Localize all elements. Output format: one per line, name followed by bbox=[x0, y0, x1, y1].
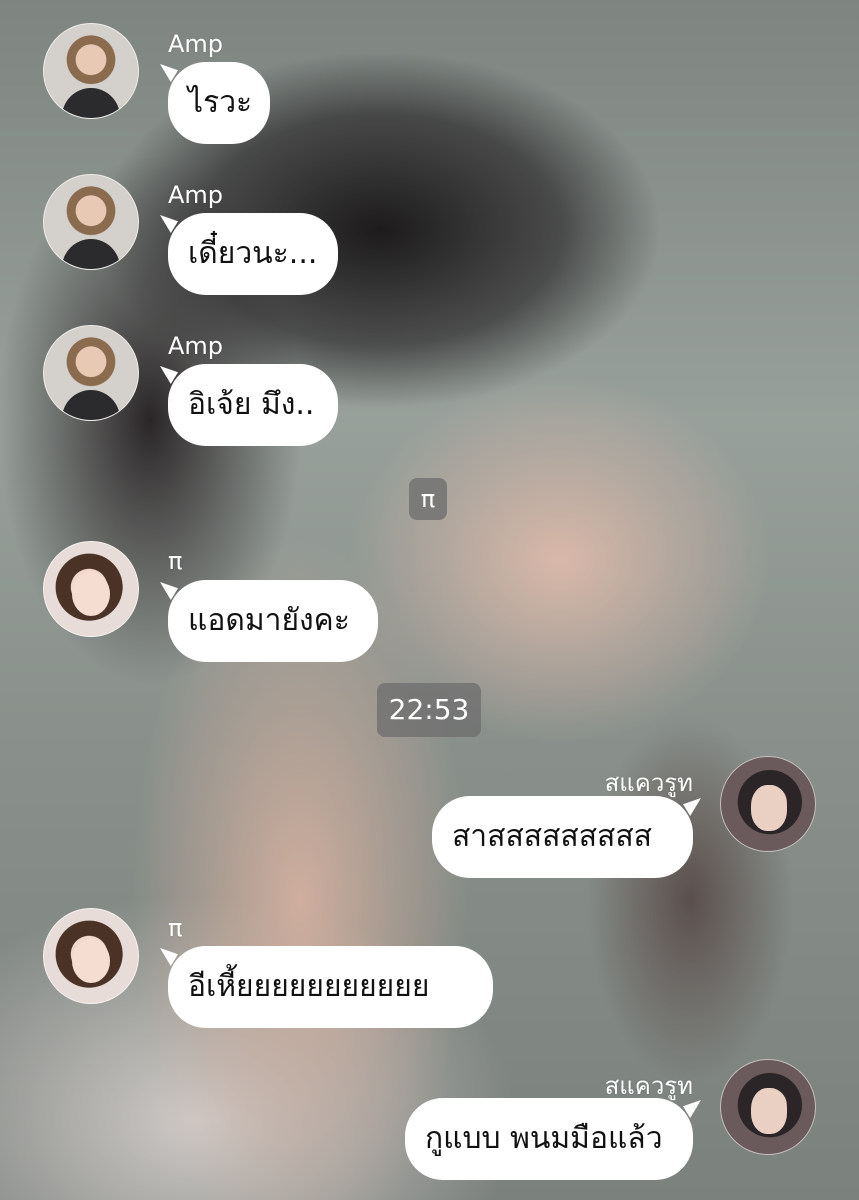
message-bubble[interactable]: กูแบบ พนมมือแล้ว bbox=[405, 1098, 693, 1180]
system-label-pill: π bbox=[409, 478, 447, 520]
avatar[interactable] bbox=[720, 1059, 816, 1155]
avatar[interactable] bbox=[43, 325, 139, 421]
message-bubble[interactable]: อีเหี้ยยยยยยยยยยย bbox=[168, 946, 493, 1028]
sender-name: π bbox=[168, 914, 183, 942]
message-bubble[interactable]: เดี๋ยวนะ... bbox=[168, 213, 338, 295]
avatar[interactable] bbox=[43, 541, 139, 637]
message-bubble[interactable]: แอดมายังคะ bbox=[168, 580, 378, 662]
sender-name: Amp bbox=[168, 181, 224, 209]
avatar[interactable] bbox=[43, 908, 139, 1004]
sender-name: Amp bbox=[168, 332, 224, 360]
sender-name: Amp bbox=[168, 30, 224, 58]
message-bubble[interactable]: ไรวะ bbox=[168, 62, 270, 144]
avatar[interactable] bbox=[43, 174, 139, 270]
avatar[interactable] bbox=[43, 23, 139, 119]
sender-name: π bbox=[168, 547, 183, 575]
message-bubble[interactable]: สาสสสสสสสสส bbox=[432, 796, 693, 878]
avatar[interactable] bbox=[720, 756, 816, 852]
timestamp-pill: 22:53 bbox=[377, 683, 481, 737]
message-bubble[interactable]: อิเจ้ย มึง.. bbox=[168, 364, 338, 446]
